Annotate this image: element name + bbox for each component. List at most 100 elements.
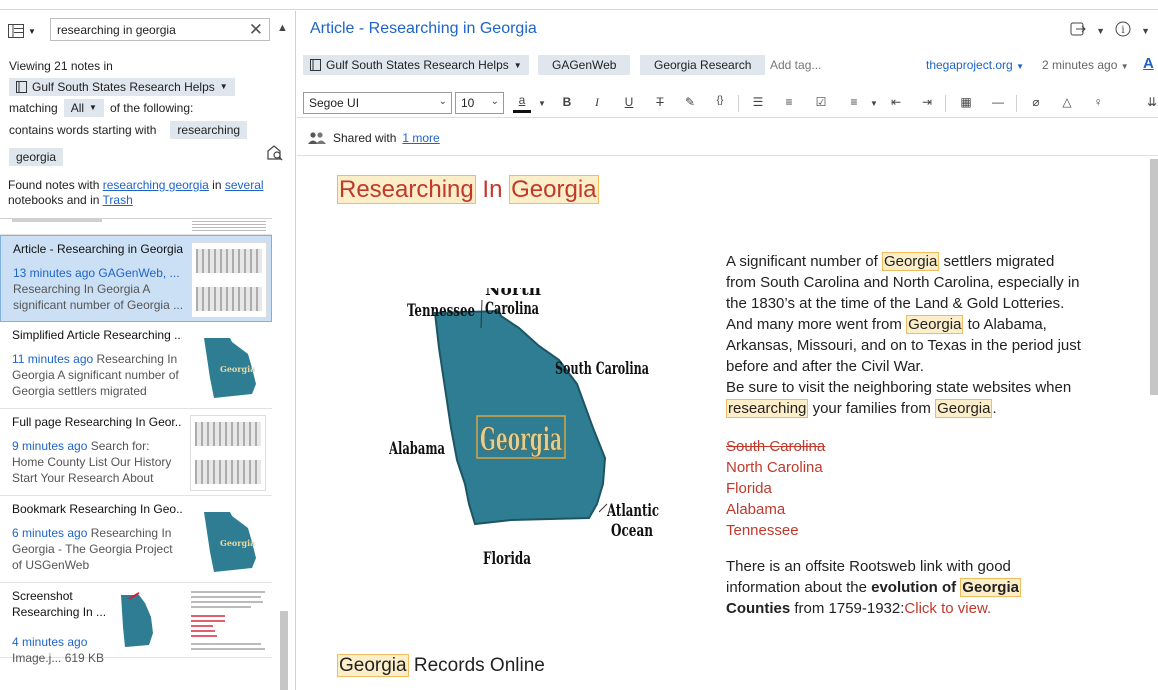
note-list-pane: ▼ ✕ ▲ Viewing 21 notes in Gulf South Sta… [0, 11, 296, 690]
list-item[interactable]: Screenshot Researching In ... 4 minutes … [0, 583, 272, 665]
checkbox-icon[interactable]: ☑ [812, 95, 830, 109]
svg-text:Georgia: Georgia [220, 538, 255, 548]
found-notes-message: Found notes with researching georgia in … [8, 178, 278, 208]
search-field[interactable]: ✕ [50, 18, 270, 41]
italic-icon[interactable]: I [588, 95, 606, 110]
bullet-list-icon[interactable]: ☰ [749, 95, 767, 109]
note-title: Screenshot Researching In ... [12, 589, 107, 619]
search-input[interactable] [51, 19, 231, 40]
note-list: Article - Researching in Georgia 13 minu… [0, 218, 272, 690]
note-snippet-text: Georgia - The Georgia Project of USGenWe… [12, 542, 173, 572]
tag-chip[interactable]: Georgia Research [640, 55, 766, 75]
note-body[interactable]: Researching In Georgia Georgia North Car… [297, 156, 1147, 690]
indent-icon[interactable]: ⇥ [918, 95, 936, 109]
notebook-selector[interactable]: Gulf South States Research Helps ▼ [9, 77, 235, 96]
search-term-chip[interactable]: georgia [9, 147, 64, 166]
outdent-icon[interactable]: ⇤ [887, 95, 905, 109]
sketch-icon[interactable]: △ [1058, 95, 1076, 109]
highlighter-icon[interactable]: ✎ [681, 95, 699, 109]
strikethrough-icon[interactable]: T [651, 95, 669, 109]
chevron-down-icon[interactable]: ▼ [533, 99, 551, 108]
modified-time[interactable]: 2 minutes ago ▼ [1042, 58, 1129, 72]
font-family-select[interactable]: Segoe UI ⌄ [303, 92, 452, 114]
list-item[interactable]: Full page Researching In Geor... 9 minut… [0, 409, 272, 496]
match-mode-value: All [70, 100, 85, 115]
note-time: 13 minutes ago [13, 266, 96, 280]
note-editor-pane: Article - Researching in Georgia ▼ i ▼ G… [297, 11, 1158, 690]
toolbar-divider [738, 95, 739, 112]
note-snippet-text: Home County List Our History Start Your … [12, 455, 172, 485]
note-meta: Search for: [90, 439, 150, 453]
note-list-scrollbar[interactable] [280, 611, 288, 690]
note-title: Bookmark Researching In Geo... [12, 502, 182, 516]
search-highlight: Georgia [509, 175, 599, 204]
table-icon[interactable]: ▦ [957, 95, 975, 109]
state-link[interactable]: North Carolina [726, 457, 825, 478]
note-snippet-text: Image.j... 619 KB [12, 651, 105, 665]
font-size-select[interactable]: 10 ⌄ [455, 92, 504, 114]
code-block-icon[interactable]: {} [711, 95, 729, 106]
horizontal-rule-icon[interactable]: — [989, 95, 1007, 109]
attachment-icon[interactable]: ⌀ [1027, 95, 1045, 109]
para-text: from 1759-1932: [794, 600, 905, 617]
bold-text: evolution of [871, 579, 957, 596]
list-item[interactable] [0, 219, 272, 235]
contains-label: contains words starting with [9, 122, 157, 137]
note-snippet: 6 minutes ago Researching In Georgia - T… [12, 525, 184, 573]
add-tag-input[interactable]: Add tag... [770, 58, 821, 72]
more-options-icon[interactable]: ⇊ [1143, 95, 1158, 109]
share-icon[interactable] [1070, 21, 1086, 40]
font-family-value: Segoe UI [309, 96, 360, 110]
click-to-view-link[interactable]: Click to view. [904, 600, 991, 617]
search-highlight: Georgia [881, 252, 940, 271]
state-link[interactable]: Florida [726, 478, 825, 499]
source-url-link[interactable]: thegaproject.org ▼ [926, 58, 1024, 72]
note-title: Article - Researching in Georgia [13, 242, 183, 256]
font-settings-icon[interactable]: A [1143, 55, 1154, 72]
chevron-down-icon: ▼ [28, 26, 36, 36]
state-link[interactable]: Tennessee [726, 520, 825, 541]
several-notebooks-link[interactable]: several [225, 178, 264, 192]
found-prefix: Found notes with [8, 178, 100, 192]
info-icon[interactable]: i [1115, 21, 1131, 40]
note-snippet-text: Researching In Georgia A significant num… [13, 282, 184, 312]
state-link[interactable]: South Carolina [726, 436, 825, 457]
found-search-link[interactable]: researching georgia [103, 178, 209, 192]
note-time: 9 minutes ago [12, 439, 88, 453]
find-in-notes-icon[interactable] [266, 144, 284, 165]
note-title: Full page Researching In Geor... [12, 415, 182, 429]
collapse-filter-icon[interactable]: ▲ [277, 22, 288, 34]
tag-chip[interactable]: GAGenWeb [538, 55, 631, 75]
match-mode-dropdown[interactable]: All ▼ [63, 98, 104, 117]
list-item[interactable]: Simplified Article Researching ... 11 mi… [0, 322, 272, 409]
editor-scrollbar[interactable] [1150, 159, 1158, 395]
shared-more-link[interactable]: 1 more [402, 131, 439, 145]
numbered-list-icon[interactable]: ≡ [780, 95, 798, 109]
text-color-icon[interactable]: a [513, 94, 531, 113]
clear-search-icon[interactable]: ✕ [249, 20, 263, 40]
list-item[interactable]: Bookmark Researching In Geo... 6 minutes… [0, 496, 272, 583]
viewing-count-text: Viewing 21 notes in [9, 58, 113, 73]
state-link[interactable]: Alabama [726, 499, 825, 520]
align-icon[interactable]: ≡ [845, 95, 863, 109]
bold-icon[interactable]: B [558, 95, 576, 109]
toolbar-divider [1016, 95, 1017, 112]
underline-icon[interactable]: U [620, 95, 638, 109]
note-snippet-text: Georgia A significant number of Georgia … [12, 368, 179, 398]
source-url-text: thegaproject.org [926, 58, 1013, 72]
list-item[interactable]: Article - Researching in Georgia 13 minu… [0, 235, 272, 322]
people-icon [308, 132, 326, 144]
chevron-down-icon[interactable]: ▼ [1096, 26, 1105, 36]
toolbar-divider [945, 95, 946, 112]
notebook-tag-selector[interactable]: Gulf South States Research Helps ▼ [303, 55, 529, 75]
notebook-icon [310, 59, 321, 71]
note-title-heading[interactable]: Article - Researching in Georgia [310, 20, 537, 38]
trash-link[interactable]: Trash [103, 193, 133, 207]
chevron-down-icon[interactable]: ▼ [865, 99, 883, 108]
georgia-map-image: Georgia North Carolina Tennessee South C… [389, 288, 659, 569]
view-options-button[interactable]: ▼ [8, 22, 42, 40]
chevron-down-icon[interactable]: ▼ [1141, 26, 1150, 36]
record-audio-icon[interactable]: ♀ [1089, 95, 1107, 109]
search-term-chip[interactable]: researching [170, 120, 248, 139]
list-view-icon [8, 24, 24, 38]
